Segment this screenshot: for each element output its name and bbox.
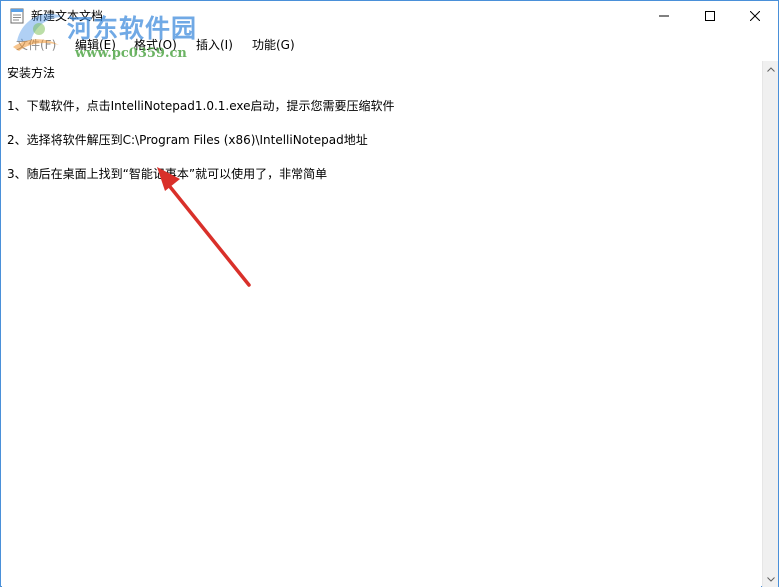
scroll-up-button[interactable] <box>763 61 778 77</box>
vertical-scrollbar[interactable] <box>762 61 778 587</box>
maximize-icon <box>705 11 715 21</box>
notepad-icon <box>10 8 24 24</box>
minimize-icon <box>659 15 669 17</box>
chevron-up-icon <box>766 66 775 72</box>
minimize-button[interactable] <box>641 1 687 31</box>
scroll-down-button[interactable] <box>763 571 778 587</box>
maximize-button[interactable] <box>687 1 733 31</box>
menu-insert[interactable]: 插入(I) <box>193 37 236 53</box>
close-icon <box>750 11 760 21</box>
editor-line: 1、下载软件，点击IntelliNotepad1.0.1.exe启动，提示您需要… <box>7 99 395 113</box>
menu-bar: 文件(F) 编辑(E) 格式(O) 插入(I) 功能(G) <box>1 31 778 59</box>
menu-file[interactable]: 文件(F) <box>13 37 59 53</box>
menu-edit[interactable]: 编辑(E) <box>72 37 119 53</box>
title-bar[interactable]: 新建文本文档 <box>1 1 778 31</box>
menu-format[interactable]: 格式(O) <box>131 37 180 53</box>
chevron-down-icon <box>766 576 775 582</box>
editor-line: 2、选择将软件解压到C:\Program Files (x86)\Intelli… <box>7 133 368 147</box>
editor-line: 安装方法 <box>7 66 56 80</box>
menu-function[interactable]: 功能(G) <box>249 37 298 53</box>
close-button[interactable] <box>732 1 778 31</box>
notepad-window: 新建文本文档 文件(F) 编辑(E) 格式(O) 插入(I) 功能(G) 河东软… <box>0 0 779 587</box>
editor-line: 3、随后在桌面上找到“智能记事本”就可以使用了，非常简单 <box>7 167 328 181</box>
text-editor[interactable]: 安装方法 1、下载软件，点击IntelliNotepad1.0.1.exe启动，… <box>2 61 761 587</box>
window-title: 新建文本文档 <box>31 9 104 23</box>
